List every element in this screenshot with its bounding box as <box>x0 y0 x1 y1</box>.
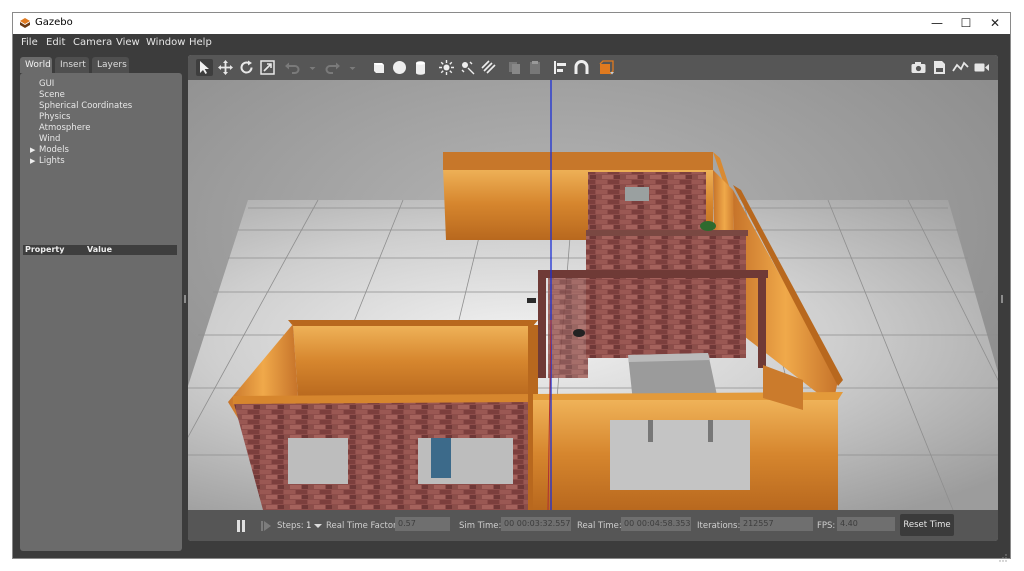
steps-dropdown-icon[interactable] <box>314 522 322 532</box>
resize-grip-icon[interactable] <box>999 547 1007 562</box>
tree-item-wind[interactable]: Wind <box>39 134 60 144</box>
box-shape-icon[interactable] <box>370 59 387 76</box>
menu-bar: File Edit Camera View Window Help <box>13 34 1010 52</box>
iterations-label: Iterations: <box>697 521 741 531</box>
tab-world[interactable]: World <box>20 57 52 73</box>
window-title: Gazebo <box>35 17 73 28</box>
tree-item-models[interactable]: Models <box>39 145 69 155</box>
robot-model[interactable] <box>573 329 585 337</box>
screenshot-icon[interactable] <box>910 59 927 76</box>
translate-mode-icon[interactable] <box>217 59 234 76</box>
reset-time-button[interactable]: Reset Time <box>900 514 954 536</box>
tab-insert[interactable]: Insert <box>55 57 89 73</box>
rotate-mode-icon[interactable] <box>238 59 255 76</box>
log-icon[interactable] <box>931 59 948 76</box>
real-time-field: 00 00:04:58.353 <box>621 517 691 531</box>
tree-item-gui[interactable]: GUI <box>39 79 54 89</box>
copy-icon[interactable] <box>506 59 523 76</box>
tree-item-lights[interactable]: Lights <box>39 156 65 166</box>
property-table-header: Property Value <box>23 245 177 255</box>
scale-mode-icon[interactable] <box>259 59 276 76</box>
steps-value[interactable]: 1 <box>306 521 311 531</box>
right-splitter-handle[interactable] <box>1001 295 1003 303</box>
tree-item-atmosphere[interactable]: Atmosphere <box>39 123 90 133</box>
video-record-icon[interactable] <box>973 59 990 76</box>
pause-icon[interactable] <box>235 519 247 536</box>
select-mode-icon[interactable] <box>196 59 213 76</box>
front-left-wood-wall <box>293 324 533 398</box>
window-opening-3 <box>610 420 750 490</box>
sim-time-field: 00 00:03:32.557 <box>501 517 571 531</box>
simulation-status-bar: Steps: 1 Real Time Factor: 0.57 Sim Time… <box>188 510 998 541</box>
tree-item-spherical-coordinates[interactable]: Spherical Coordinates <box>39 101 132 111</box>
upper-brick-wall <box>588 172 706 232</box>
menu-camera[interactable]: Camera <box>73 37 112 48</box>
minimize-button[interactable]: — <box>922 13 952 34</box>
small-object-model[interactable] <box>527 298 536 303</box>
spot-light-icon[interactable] <box>459 59 476 76</box>
property-column-header: Property <box>25 245 65 254</box>
menu-window[interactable]: Window <box>146 37 185 48</box>
sim-time-label: Sim Time: <box>459 521 502 531</box>
menu-view[interactable]: View <box>116 37 140 48</box>
directional-light-icon[interactable] <box>480 59 497 76</box>
change-view-icon[interactable] <box>598 59 615 76</box>
align-icon[interactable] <box>552 59 569 76</box>
world-panel: GUI Scene Spherical Coordinates Physics … <box>20 73 182 551</box>
point-light-icon[interactable] <box>438 59 455 76</box>
fps-label: FPS: <box>817 521 836 531</box>
fps-field: 4.40 <box>837 517 895 531</box>
tree-item-physics[interactable]: Physics <box>39 112 70 122</box>
real-time-factor-field: 0.57 <box>395 517 450 531</box>
snap-icon[interactable] <box>573 59 590 76</box>
real-time-factor-label: Real Time Factor: <box>326 521 400 531</box>
maximize-button[interactable]: ☐ <box>951 13 981 34</box>
render-viewport[interactable]: Steps: 1 Real Time Factor: 0.57 Sim Time… <box>188 55 998 541</box>
gazebo-window: Gazebo — ☐ ✕ File Edit Camera View Windo… <box>12 12 1011 562</box>
sphere-shape-icon[interactable] <box>391 59 408 76</box>
redo-history-icon[interactable] <box>344 59 356 76</box>
menu-edit[interactable]: Edit <box>46 37 65 48</box>
undo-icon[interactable] <box>284 59 301 76</box>
paste-icon[interactable] <box>527 59 544 76</box>
window-opening-1 <box>288 438 348 484</box>
cylinder-shape-icon[interactable] <box>412 59 429 76</box>
close-button[interactable]: ✕ <box>980 13 1010 34</box>
undo-history-icon[interactable] <box>304 59 316 76</box>
steps-label: Steps: <box>277 521 304 531</box>
expand-arrow-icon[interactable]: ▶ <box>30 146 35 154</box>
viewport-toolbar <box>188 55 998 80</box>
step-forward-icon[interactable] <box>260 520 272 535</box>
tab-layers[interactable]: Layers <box>92 57 129 73</box>
value-column-header: Value <box>87 245 113 254</box>
tree-item-scene[interactable]: Scene <box>39 90 65 100</box>
menu-help[interactable]: Help <box>189 37 212 48</box>
title-bar: Gazebo — ☐ ✕ <box>13 13 1010 34</box>
left-splitter-handle[interactable] <box>184 295 186 303</box>
expand-arrow-icon[interactable]: ▶ <box>30 157 35 165</box>
gazebo-logo-icon <box>19 17 31 29</box>
real-time-label: Real Time: <box>577 521 622 531</box>
menu-file[interactable]: File <box>21 37 38 48</box>
plant-model[interactable] <box>700 221 716 231</box>
redo-icon[interactable] <box>324 59 341 76</box>
iterations-field: 212557 <box>740 517 813 531</box>
middle-brick-wall <box>586 230 746 358</box>
plot-icon[interactable] <box>952 59 969 76</box>
scene-3d-view[interactable] <box>188 80 998 511</box>
